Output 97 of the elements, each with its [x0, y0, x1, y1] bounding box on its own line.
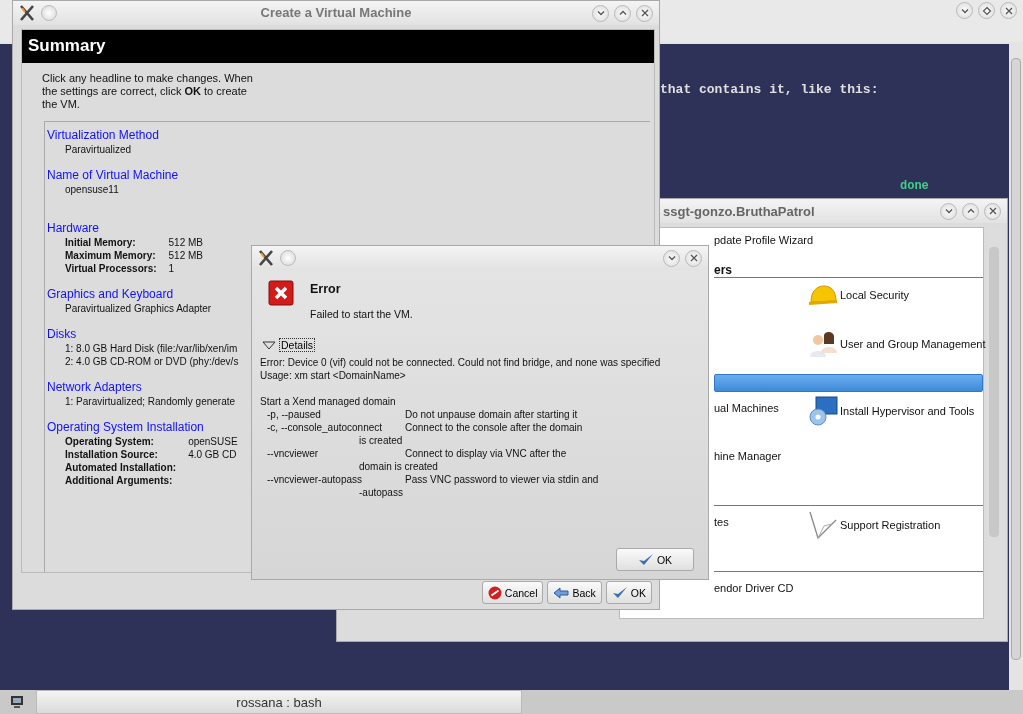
- option-description: is created: [358, 434, 403, 447]
- section-link[interactable]: Disks: [47, 327, 77, 342]
- field-label: Automated Installation:: [65, 461, 177, 474]
- window-title: Create a Virtual Machine: [260, 5, 412, 20]
- chevron-up-icon: [965, 206, 976, 216]
- restore-button[interactable]: [978, 2, 995, 19]
- module-item[interactable]: hine Manager: [714, 450, 782, 462]
- task-button[interactable]: rossana : bash: [36, 690, 522, 714]
- module-item[interactable]: tes: [714, 516, 729, 528]
- group-header[interactable]: ers: [714, 260, 983, 278]
- minimize-button[interactable]: [940, 202, 957, 220]
- field-value: 4.0 GB CD: [188, 448, 238, 461]
- cancel-button[interactable]: Cancel: [481, 581, 544, 604]
- close-icon: [1003, 5, 1014, 16]
- option-description: -autopass: [358, 486, 403, 499]
- field-label: Installation Source:: [65, 448, 159, 461]
- module-item[interactable]: endor Driver CD: [714, 582, 794, 594]
- module-item[interactable]: User and Group Management: [808, 330, 986, 358]
- field-label: Additional Arguments:: [65, 474, 174, 487]
- section-link[interactable]: Virtualization Method: [47, 128, 159, 143]
- field-label: Initial Memory:: [65, 236, 137, 249]
- field-label: Maximum Memory:: [65, 249, 157, 262]
- chevron-up-icon: [617, 8, 628, 18]
- users-icon: [808, 330, 838, 358]
- close-button[interactable]: [984, 202, 1001, 220]
- chevron-down-icon: [595, 8, 606, 18]
- ok-button[interactable]: OK: [616, 548, 694, 571]
- option-description: Pass VNC password to viewer via stdin and: [405, 473, 599, 486]
- maximize-button[interactable]: [962, 202, 979, 220]
- minimize-button[interactable]: [592, 4, 609, 22]
- no-entry-icon: [487, 585, 502, 600]
- module-item[interactable]: Support Registration: [808, 510, 941, 540]
- dialog-heading: Error: [310, 282, 342, 296]
- option-name: --vncviewer: [267, 447, 320, 460]
- chevron-down-icon: [943, 206, 954, 216]
- status-text: done: [900, 179, 929, 193]
- field-value: 1: [168, 262, 176, 275]
- chevron-down-icon: [666, 253, 677, 263]
- scrollbar[interactable]: [1009, 44, 1023, 690]
- checkmark-icon: [611, 586, 628, 599]
- field-label: Operating System:: [65, 435, 155, 448]
- details-line: Start a Xend managed domain: [260, 395, 397, 408]
- option-name: -c, --console_autoconnect: [267, 421, 384, 434]
- module-item[interactable]: ual Machines: [714, 402, 779, 414]
- page-heading: Summary: [22, 30, 654, 63]
- minimize-button[interactable]: [956, 2, 973, 19]
- setting-text: 2: 4.0 GB CD-ROM or DVD (phy:/dev/s: [65, 355, 239, 368]
- field-value: 512 MB: [168, 249, 203, 262]
- setting-text: Paravirtualized Graphics Adapter: [65, 302, 212, 315]
- instructions-text: Click any headline to make changes. When the settings are correct, click OK to create the VM.: [42, 72, 254, 111]
- section-link[interactable]: Operating System Installation: [47, 420, 204, 435]
- error-icon: [268, 280, 294, 306]
- close-button[interactable]: [636, 4, 653, 22]
- setting-text: Paravirtualized: [65, 143, 132, 156]
- section-link[interactable]: Network Adapters: [47, 380, 142, 395]
- terminal-line: that contains it, like this:: [660, 82, 879, 97]
- minimize-button[interactable]: [663, 249, 680, 267]
- option-description: Connect to display via VNC after the: [405, 447, 567, 460]
- checkmark-icon: [637, 553, 654, 566]
- x-logo-icon: [19, 5, 35, 21]
- x-logo-icon: [258, 250, 274, 266]
- field-value: 512 MB: [168, 236, 203, 249]
- module-item[interactable]: Local Security: [808, 282, 910, 308]
- left-arrow-icon: [553, 586, 570, 599]
- setting-text: opensuse11: [65, 183, 119, 196]
- option-name: -p, --paused: [267, 408, 322, 421]
- helmet-icon: [808, 282, 838, 308]
- close-button[interactable]: [685, 249, 702, 267]
- module-item[interactable]: pdate Profile Wizard: [714, 234, 814, 246]
- diamond-icon: [981, 5, 992, 16]
- pen-icon: [808, 510, 838, 540]
- section-link[interactable]: Hardware: [47, 221, 100, 236]
- option-description: domain is created: [358, 460, 438, 473]
- details-line: Error: Device 0 (vif) could not be connected. Could not find bridge, and none was specified: [260, 356, 662, 369]
- window-title: ssgt-gonzo.BruthaPatrol: [663, 203, 815, 219]
- section-link[interactable]: Name of Virtual Machine: [47, 168, 179, 183]
- field-label: Virtual Processors:: [65, 262, 157, 275]
- setting-text: 1: 8.0 GB Hard Disk (file:/var/lib/xen/im: [65, 342, 239, 355]
- details-line: Usage: xm start <DomainName>: [260, 369, 407, 382]
- monitor-icon[interactable]: [10, 695, 24, 709]
- option-description: Do not unpause domain after starting it: [405, 408, 578, 421]
- ok-button[interactable]: OK: [605, 581, 652, 604]
- close-icon: [987, 206, 998, 216]
- back-button[interactable]: Back: [547, 581, 602, 604]
- field-value: openSUSE: [188, 435, 238, 448]
- close-icon: [688, 253, 699, 263]
- module-item[interactable]: Install Hypervisor and Tools: [808, 396, 975, 426]
- option-name: --vncviewer-autopass: [267, 473, 364, 486]
- section-link[interactable]: Graphics and Keyboard: [47, 287, 174, 302]
- vm-disc-icon: [808, 396, 838, 426]
- error-message: Failed to start the VM.: [310, 308, 413, 320]
- close-button[interactable]: [1000, 2, 1017, 19]
- option-description: Connect to the console after the domain: [405, 421, 583, 434]
- setting-text: 1: Paravirtualized; Randomly generate: [65, 395, 236, 408]
- triangle-down-icon: [262, 340, 276, 350]
- close-icon: [639, 8, 650, 18]
- maximize-button[interactable]: [614, 4, 631, 22]
